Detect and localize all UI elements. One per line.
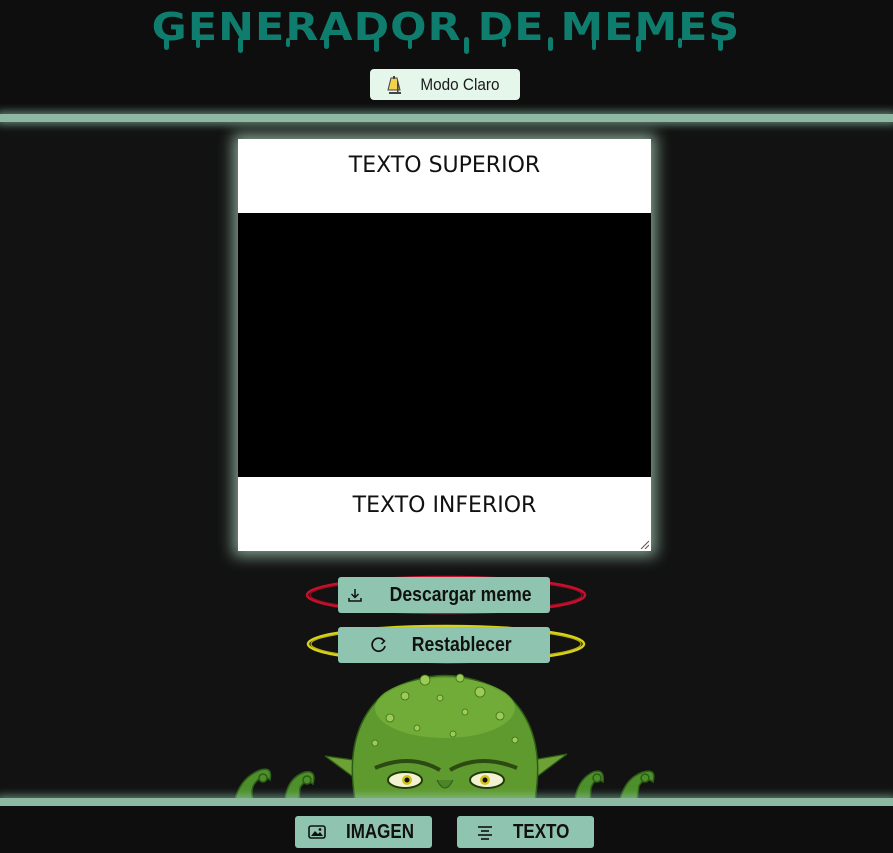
page-title-wrap: GENERADOR DE MEMES <box>146 6 746 56</box>
meme-top-text: TEXTO SUPERIOR <box>348 153 541 178</box>
header: GENERADOR DE MEMES Modo Claro <box>0 0 893 114</box>
mode-toggle-label: Modo Claro <box>420 74 500 94</box>
align-text-icon <box>478 826 493 840</box>
download-button[interactable]: Descargar meme <box>338 577 550 613</box>
meme-image <box>238 213 651 477</box>
header-divider <box>0 114 893 122</box>
tab-image[interactable]: IMAGEN <box>295 816 432 848</box>
tab-image-label: IMAGEN <box>345 820 414 843</box>
lamp-icon <box>387 75 402 94</box>
mode-toggle-button[interactable]: Modo Claro <box>370 69 520 100</box>
reset-button[interactable]: Restablecer <box>338 627 550 663</box>
download-icon <box>348 589 363 602</box>
image-icon <box>307 825 326 839</box>
monster-illustration <box>234 673 655 800</box>
meme-bottom-text: TEXTO INFERIOR <box>352 493 537 518</box>
tab-text[interactable]: TEXTO <box>457 816 594 848</box>
resize-handle-icon[interactable] <box>639 539 649 549</box>
footer-divider <box>0 798 893 806</box>
footer <box>0 806 893 853</box>
slime-drips-decoration <box>164 36 723 54</box>
refresh-icon <box>371 637 387 653</box>
download-label: Descargar meme <box>390 583 532 606</box>
meme-canvas: TEXTO SUPERIOR TEXTO INFERIOR <box>238 139 651 551</box>
tab-text-label: TEXTO <box>513 820 570 843</box>
reset-label: Restablecer <box>412 633 512 656</box>
